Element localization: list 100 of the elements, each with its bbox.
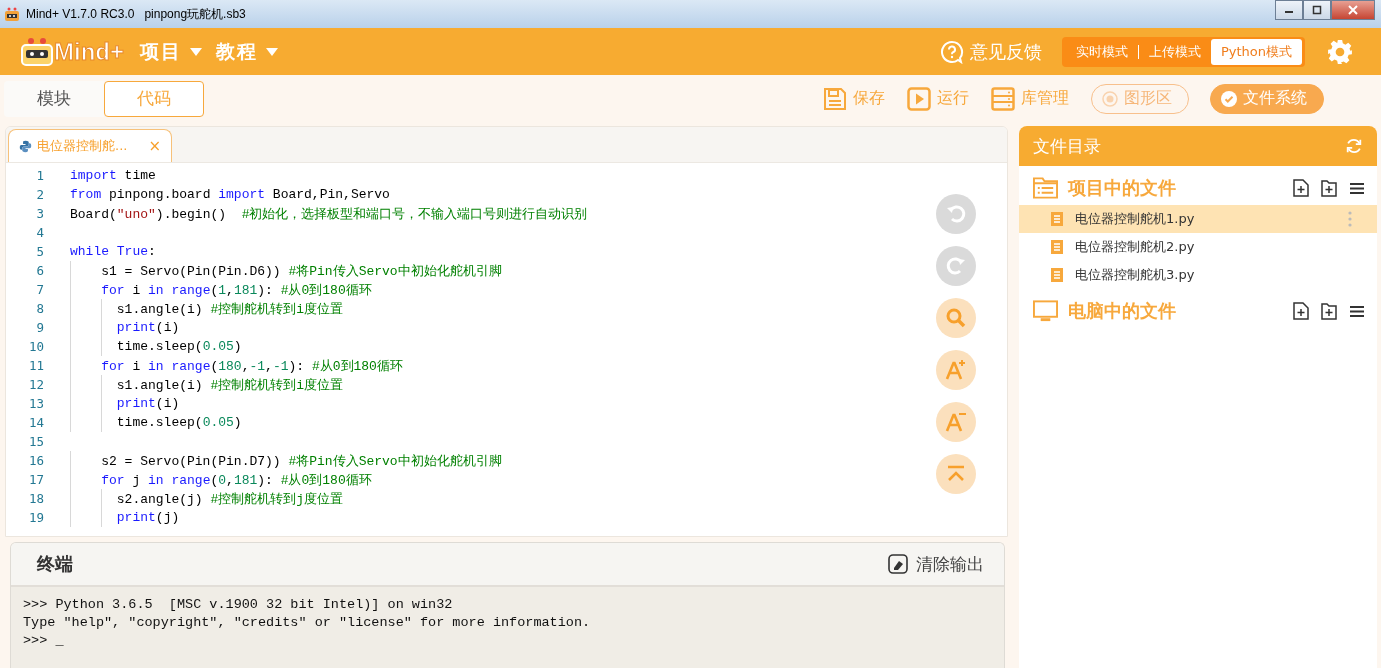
caret-icon bbox=[266, 47, 278, 56]
code-line: import time bbox=[70, 168, 156, 183]
line-number: 1 bbox=[35, 168, 44, 183]
clear-output-button[interactable]: 清除输出 bbox=[888, 552, 984, 576]
terminal-line: Type "help", "copyright", "credits" or "license" for more information. bbox=[23, 615, 592, 632]
new-folder-icon[interactable] bbox=[1321, 179, 1337, 197]
line-number: 17 bbox=[27, 472, 44, 487]
code-line: s1 = Servo(Pin(Pin.D6)) #将Pin传入Servo中初始化舵机引脚 bbox=[100, 262, 502, 280]
close-icon bbox=[1348, 5, 1358, 15]
file-item[interactable]: 电位器控制舵机3.py bbox=[1019, 261, 1377, 289]
run-button[interactable]: 运行 bbox=[907, 86, 969, 111]
app-icon bbox=[4, 6, 20, 22]
maximize-icon bbox=[1312, 5, 1322, 15]
menu-dropdown[interactable]: 教程 bbox=[216, 38, 278, 65]
logo-text: Mind+ bbox=[54, 37, 124, 66]
line-number: 18 bbox=[27, 491, 44, 506]
library-button[interactable]: 库管理 bbox=[991, 86, 1069, 111]
line-number: 6 bbox=[35, 263, 44, 278]
line-number: 14 bbox=[27, 415, 44, 430]
close-button[interactable] bbox=[1331, 0, 1375, 20]
robot-logo-icon bbox=[20, 36, 54, 67]
code-line: s1.angle(i) #控制舵机转到i度位置 bbox=[115, 376, 344, 394]
line-number: 11 bbox=[27, 358, 44, 373]
code-line: while True: bbox=[70, 244, 156, 259]
view-tab[interactable]: 模块 bbox=[4, 80, 104, 117]
line-number: 13 bbox=[27, 396, 44, 411]
line-number: 3 bbox=[35, 206, 44, 221]
toolbar-label: 运行 bbox=[937, 88, 969, 109]
code-line: from pinpong.board import Board,Pin,Servo bbox=[70, 187, 390, 202]
code-line: time.sleep(0.05) bbox=[115, 415, 242, 430]
maximize-button[interactable] bbox=[1303, 0, 1331, 20]
line-number: 7 bbox=[35, 282, 44, 297]
new-file-icon[interactable] bbox=[1293, 179, 1309, 197]
line-number: 9 bbox=[35, 320, 44, 335]
line-number: 8 bbox=[35, 301, 44, 316]
font-up-icon bbox=[944, 358, 968, 382]
radio-icon bbox=[1102, 90, 1118, 107]
file-tab[interactable]: 电位器控制舵... × bbox=[8, 129, 172, 162]
font-down-icon bbox=[944, 410, 968, 434]
section-title: 电脑中的文件 bbox=[1068, 299, 1176, 323]
feedback-link[interactable]: 意见反馈 bbox=[969, 39, 1042, 64]
line-number: 15 bbox=[27, 434, 44, 449]
line-number: 2 bbox=[35, 187, 44, 202]
code-line: print(i) bbox=[115, 320, 180, 335]
code-line: for i in range(180,-1,-1): #从0到180循环 bbox=[100, 357, 403, 375]
mode-tab[interactable]: Python模式 bbox=[1210, 38, 1302, 65]
code-line: print(j) bbox=[115, 510, 180, 525]
caret-icon bbox=[190, 47, 202, 56]
section-title: 项目中的文件 bbox=[1068, 176, 1176, 200]
search-icon bbox=[944, 306, 968, 330]
minimize-button[interactable] bbox=[1275, 0, 1303, 20]
code-line: time.sleep(0.05) bbox=[115, 339, 242, 354]
mode-tab[interactable]: 实时模式 bbox=[1065, 38, 1138, 65]
code-line: s2.angle(j) #控制舵机转到j度位置 bbox=[115, 490, 344, 508]
line-number: 19 bbox=[27, 510, 44, 525]
toggle-button[interactable]: 文件系统 bbox=[1210, 83, 1324, 114]
file-name: 电位器控制舵机3.py bbox=[1075, 266, 1195, 284]
file-item[interactable]: 电位器控制舵机2.py bbox=[1019, 233, 1377, 261]
server-icon bbox=[991, 86, 1015, 111]
eraser-icon bbox=[888, 554, 908, 574]
python-icon bbox=[19, 139, 32, 153]
new-file-icon[interactable] bbox=[1293, 302, 1309, 320]
file-tab-label: 电位器控制舵... bbox=[37, 137, 128, 155]
code-line: Board("uno").begin() #初始化，选择板型和端口号，不输入端口号则进行自动识别 bbox=[70, 205, 588, 223]
terminal-line: >>> Python 3.6.5 [MSC v.1900 32 bit Intel)] on win32 bbox=[23, 597, 454, 614]
terminal-title: 终端 bbox=[37, 552, 73, 576]
question-icon bbox=[939, 39, 964, 64]
line-number: 12 bbox=[27, 377, 44, 392]
document-icon bbox=[1051, 240, 1063, 254]
toolbar-label: 保存 bbox=[853, 88, 885, 109]
terminal-line: >>> _ bbox=[23, 633, 65, 650]
menu-dropdown[interactable]: 项目 bbox=[140, 38, 202, 65]
floppy-icon bbox=[823, 86, 847, 111]
play-icon bbox=[907, 86, 931, 111]
line-number: 4 bbox=[35, 225, 44, 240]
view-tab[interactable]: 代码 bbox=[104, 80, 204, 117]
new-folder-icon[interactable] bbox=[1321, 302, 1337, 320]
file-item[interactable]: 电位器控制舵机1.py bbox=[1019, 205, 1377, 233]
line-number: 16 bbox=[27, 453, 44, 468]
line-number: 10 bbox=[27, 339, 44, 354]
save-button[interactable]: 保存 bbox=[823, 86, 885, 111]
toggle-label: 图形区 bbox=[1124, 88, 1172, 109]
code-line: s2 = Servo(Pin(Pin.D7)) #将Pin传入Servo中初始化舵机引脚 bbox=[100, 452, 502, 470]
document-icon bbox=[1051, 212, 1063, 226]
close-tab-button[interactable]: × bbox=[148, 137, 161, 155]
toggle-label: 文件系统 bbox=[1243, 88, 1307, 109]
file-name: 电位器控制舵机1.py bbox=[1075, 210, 1195, 228]
code-line: s1.angle(i) #控制舵机转到i度位置 bbox=[115, 300, 344, 318]
monitor-icon bbox=[1033, 300, 1058, 322]
toolbar-label: 库管理 bbox=[1021, 88, 1069, 109]
document-icon bbox=[1051, 268, 1063, 282]
code-line: for i in range(1,181): #从0到180循环 bbox=[100, 281, 372, 299]
file-name: 电位器控制舵机2.py bbox=[1075, 238, 1195, 256]
panel-title: 文件目录 bbox=[1033, 134, 1101, 158]
folder-list-icon bbox=[1033, 177, 1058, 199]
window-title: Mind+ V1.7.0 RC3.0 pinpong玩舵机.sb3 bbox=[26, 5, 246, 23]
mode-tab[interactable]: 上传模式 bbox=[1138, 38, 1211, 65]
check-icon bbox=[1221, 90, 1237, 107]
line-number: 5 bbox=[35, 244, 44, 259]
code-line: for j in range(0,181): #从0到180循环 bbox=[100, 471, 372, 489]
